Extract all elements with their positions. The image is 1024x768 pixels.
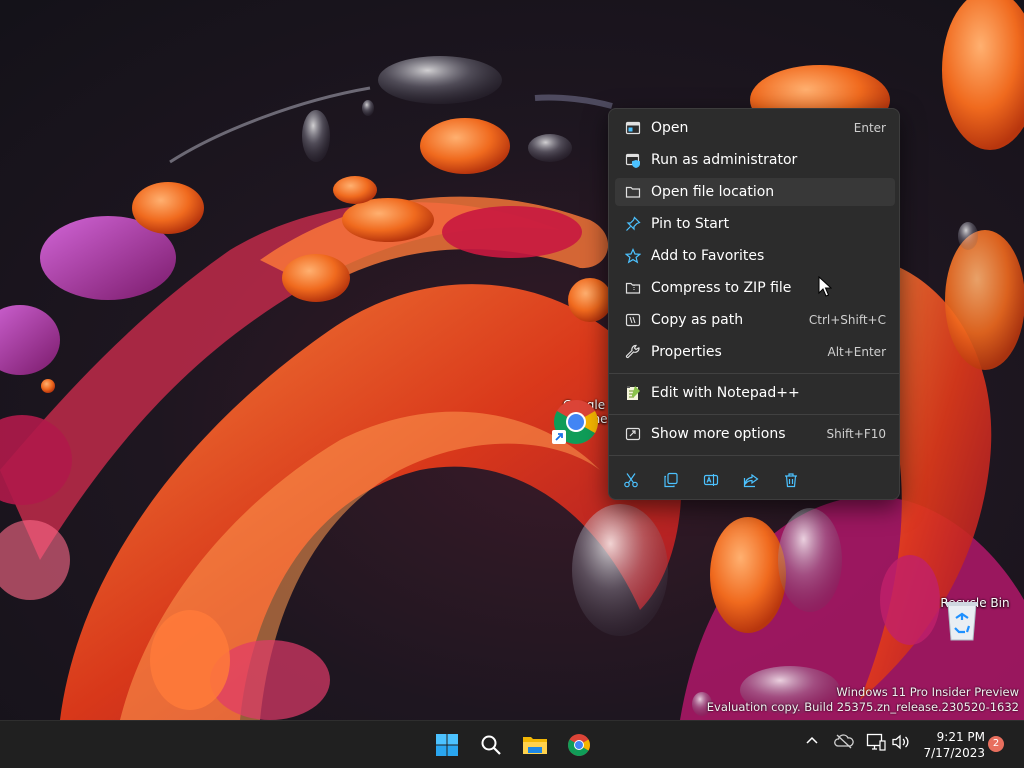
notification-badge[interactable]: 2 [988,736,1004,752]
clock-date: 7/17/2023 [923,746,985,760]
open-icon [623,118,643,138]
taskbar: 9:21 PM 7/17/2023 2 [0,720,1024,768]
copy-path-icon [623,310,643,330]
notepad-plus-plus-icon [623,383,643,403]
context-menu: Open Enter Run as administrator Open fil… [608,108,900,500]
show-hidden-icons-button[interactable] [804,733,820,749]
delete-icon[interactable] [780,469,802,491]
network-icon [866,733,886,751]
rename-icon[interactable] [700,469,722,491]
start-button[interactable] [429,727,465,763]
onedrive-button[interactable] [834,733,854,749]
desktop-icon-recycle-bin[interactable]: Recycle Bin [940,596,1010,641]
wrench-icon [623,342,643,362]
menu-item-show-more-options[interactable]: Show more options Shift+F10 [615,420,895,448]
file-explorer-button[interactable] [517,727,553,763]
menu-separator [609,455,899,456]
share-icon[interactable] [740,469,762,491]
folder-icon [623,182,643,202]
desktop-icon-google-chrome[interactable]: Google Chrome [552,398,616,444]
menu-item-properties[interactable]: Properties Alt+Enter [615,338,895,366]
chrome-icon [552,400,598,444]
evaluation-watermark: Windows 11 Pro Insider Preview Evaluatio… [706,685,1019,714]
menu-item-edit-with-notepad-plus-plus[interactable]: Edit with Notepad++ [615,379,895,407]
clock-time: 9:21 PM [936,730,985,744]
menu-item-pin-to-start[interactable]: Pin to Start [615,210,895,238]
search-icon [481,735,501,755]
start-icon [436,734,458,756]
copy-icon[interactable] [660,469,682,491]
mouse-cursor-icon [818,276,832,297]
cut-icon[interactable] [620,469,642,491]
menu-separator [609,414,899,415]
menu-item-compress-to-zip[interactable]: Compress to ZIP file [615,274,895,302]
menu-item-open[interactable]: Open Enter [615,114,895,142]
zip-folder-icon [623,278,643,298]
pin-icon [623,214,643,234]
chevron-up-icon [806,736,818,744]
search-button[interactable] [473,727,509,763]
recycle-bin-icon [946,602,978,641]
volume-button[interactable] [891,733,911,751]
menu-separator [609,373,899,374]
network-button[interactable] [866,733,886,751]
onedrive-icon [834,734,854,749]
menu-item-open-file-location[interactable]: Open file location [615,178,895,206]
chrome-icon [568,734,590,756]
clock[interactable]: 9:21 PM 7/17/2023 [915,729,985,761]
more-options-icon [623,424,643,444]
chrome-taskbar-button[interactable] [561,727,597,763]
volume-icon [892,734,909,750]
menu-item-add-to-favorites[interactable]: Add to Favorites [615,242,895,270]
star-icon [623,246,643,266]
menu-item-copy-as-path[interactable]: Copy as path Ctrl+Shift+C [615,306,895,334]
admin-shield-icon [623,150,643,170]
menu-item-run-as-administrator[interactable]: Run as administrator [615,146,895,174]
file-explorer-icon [523,737,547,754]
